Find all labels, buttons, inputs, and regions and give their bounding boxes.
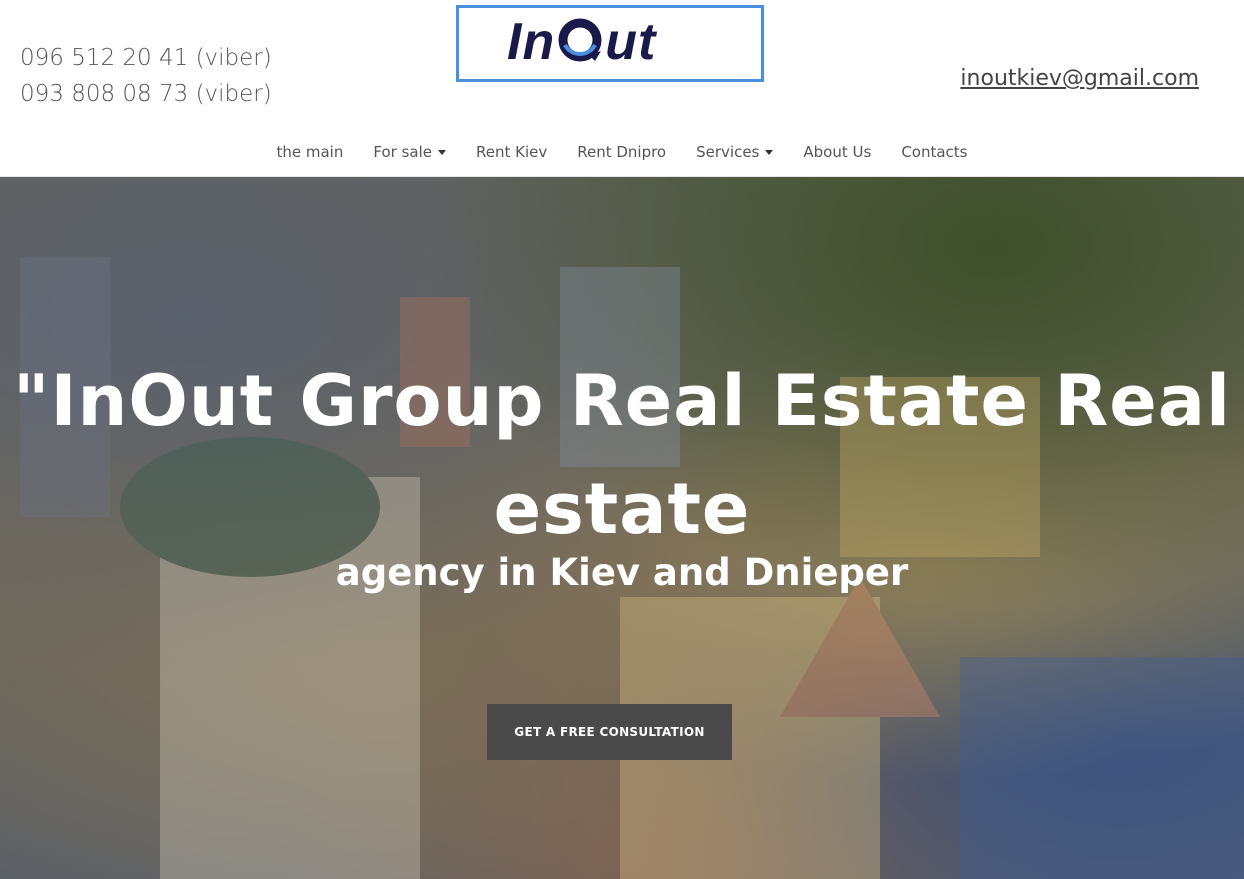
nav-item-contacts[interactable]: Contacts: [886, 143, 982, 161]
phone-1[interactable]: 096 512 20 41 (viber): [20, 40, 272, 76]
nav-label: Services: [696, 143, 760, 161]
nav-item-main[interactable]: the main: [261, 143, 358, 161]
logo-text-right: ut: [605, 13, 657, 71]
site-header: 096 512 20 41 (viber) 093 808 08 73 (vib…: [0, 0, 1244, 177]
nav-label: For sale: [373, 143, 432, 161]
nav-item-about-us[interactable]: About Us: [788, 143, 886, 161]
logo-wordmark: In ut: [507, 12, 656, 72]
logo-swirl-icon: [555, 15, 605, 65]
site-logo[interactable]: In ut: [456, 5, 764, 82]
hero-title: "InOut Group Real Estate Real estate: [13, 360, 1231, 550]
phone-numbers: 096 512 20 41 (viber) 093 808 08 73 (vib…: [20, 40, 272, 112]
main-nav: the main For sale Rent Kiev Rent Dnipro …: [0, 143, 1244, 161]
nav-item-for-sale[interactable]: For sale: [358, 143, 461, 161]
nav-item-services[interactable]: Services: [681, 143, 788, 161]
email-link[interactable]: inoutkiev@gmail.com: [960, 66, 1199, 91]
nav-item-rent-dnipro[interactable]: Rent Dnipro: [562, 143, 681, 161]
nav-label: Contacts: [901, 143, 968, 161]
free-consultation-button[interactable]: GET A FREE CONSULTATION: [487, 704, 732, 760]
nav-item-rent-kiev[interactable]: Rent Kiev: [461, 143, 562, 161]
caret-down-icon: [437, 149, 446, 155]
nav-label: Rent Kiev: [475, 143, 548, 161]
nav-label: About Us: [803, 143, 872, 161]
hero-banner: "InOut Group Real Estate Real estate age…: [0, 177, 1244, 879]
caret-down-icon: [765, 149, 774, 155]
hero-subtitle: agency in Kiev and Dnieper: [335, 551, 909, 594]
nav-label: the main: [276, 143, 344, 161]
logo-text-left: In: [507, 13, 556, 71]
nav-label: Rent Dnipro: [577, 143, 667, 161]
phone-2[interactable]: 093 808 08 73 (viber): [20, 76, 272, 112]
